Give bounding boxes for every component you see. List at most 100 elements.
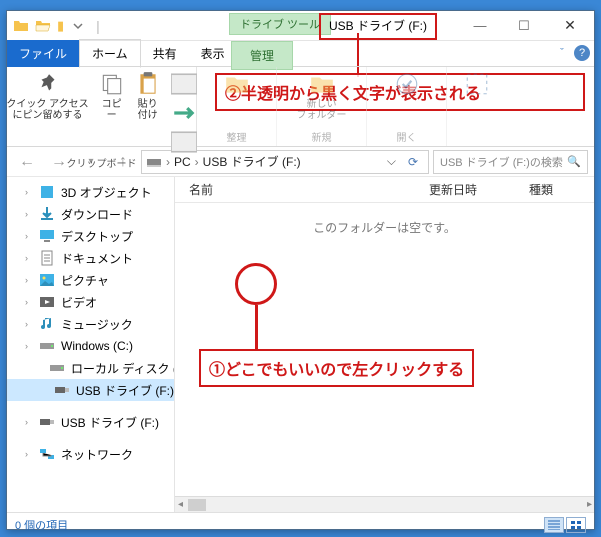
- tree-item[interactable]: › ピクチャ: [7, 269, 174, 291]
- new-folder-button[interactable]: 新しい フォルダー: [297, 71, 347, 121]
- tree-item[interactable]: › 3D オブジェクト: [7, 181, 174, 203]
- tree-item-icon: [39, 316, 55, 332]
- tree-item-label: USB ドライブ (F:): [76, 382, 174, 399]
- tree-item-label: ローカル ディスク (D: [71, 360, 175, 377]
- col-type[interactable]: 種類: [529, 181, 553, 198]
- tab-share[interactable]: 共有: [141, 40, 189, 67]
- tree-item-icon: [54, 382, 70, 398]
- group-label-organize: 整理: [227, 129, 247, 144]
- status-bar: 0 個の項目: [7, 512, 594, 536]
- status-item-count: 0 個の項目: [15, 517, 68, 533]
- tree-item[interactable]: › ネットワーク: [7, 443, 174, 465]
- tree-item-icon: [39, 250, 55, 266]
- col-date[interactable]: 更新日時: [429, 181, 529, 198]
- tree-twisty-icon[interactable]: ›: [25, 297, 33, 307]
- tree-item[interactable]: ›ダウンロード: [7, 203, 174, 225]
- column-headers[interactable]: 名前 更新日時 種類: [175, 177, 594, 203]
- refresh-icon[interactable]: ⟳: [402, 155, 424, 169]
- tree-item[interactable]: › USB ドライブ (F:): [7, 411, 174, 433]
- pin-to-quick-access-button[interactable]: クイック アクセス にピン留めする: [6, 71, 88, 155]
- tree-item-icon: [39, 294, 55, 310]
- group-label-new: 新規: [312, 129, 332, 144]
- ribbon-tabs: ファイル ホーム 共有 表示 管理 ˇ ?: [7, 41, 594, 67]
- tree-item[interactable]: ローカル ディスク (D: [7, 357, 174, 379]
- tree-twisty-icon[interactable]: ›: [25, 187, 33, 197]
- tree-item-label: デスクトップ: [61, 228, 133, 245]
- contextual-tab-drive-tools[interactable]: ドライブ ツール: [229, 13, 331, 35]
- tree-item-icon: [49, 360, 65, 376]
- view-details-button[interactable]: [544, 517, 564, 533]
- divider-vert: |: [96, 18, 100, 34]
- tree-item-icon: [39, 338, 55, 354]
- folder-open-icon: [35, 18, 51, 34]
- tree-twisty-icon[interactable]: ›: [25, 417, 33, 427]
- annotation-line-bottom: [255, 305, 258, 351]
- tree-item[interactable]: › デスクトップ: [7, 225, 174, 247]
- tree-item-label: Windows (C:): [61, 339, 133, 353]
- window-title: USB ドライブ (F:): [319, 13, 437, 40]
- annotation-bottom: ①どこでもいいので左クリックする: [199, 349, 474, 387]
- folder-icon: [13, 18, 29, 34]
- divider-bar: ▮: [57, 18, 64, 34]
- tree-item[interactable]: › ドキュメント: [7, 247, 174, 269]
- select-button[interactable]: [464, 71, 490, 97]
- tree-twisty-icon[interactable]: ›: [25, 319, 33, 329]
- tree-item-label: 3D オブジェクト: [61, 184, 152, 201]
- tree-twisty-icon[interactable]: ›: [25, 449, 33, 459]
- tree-item-label: ビデオ: [61, 294, 97, 311]
- scrollbar-thumb[interactable]: [188, 499, 206, 511]
- tab-view[interactable]: 表示: [189, 40, 237, 67]
- maximize-button[interactable]: ☐: [502, 11, 546, 41]
- address-dropdown-icon[interactable]: ⌵: [381, 154, 402, 169]
- annotation-circle: [235, 263, 277, 305]
- nav-tree[interactable]: ›3D オブジェクト›ダウンロード›デスクトップ›ドキュメント›ピクチャ›ビデオ…: [7, 177, 175, 512]
- breadcrumb-location[interactable]: USB ドライブ (F:): [203, 153, 301, 170]
- tree-item[interactable]: › Windows (C:): [7, 335, 174, 357]
- properties-button[interactable]: [394, 71, 420, 97]
- chevron-down-icon[interactable]: [73, 21, 83, 31]
- tree-item-icon: [39, 206, 55, 222]
- paste-button[interactable]: 貼り付け: [135, 71, 161, 155]
- clipboard-more-button[interactable]: [171, 71, 197, 155]
- tree-item[interactable]: USB ドライブ (F:): [7, 379, 174, 401]
- tree-item-icon: [39, 414, 55, 430]
- tree-item-label: USB ドライブ (F:): [61, 414, 159, 431]
- breadcrumb-pc[interactable]: PC: [174, 155, 191, 169]
- copy-button[interactable]: コピー: [99, 71, 125, 155]
- tree-item-label: ピクチャ: [61, 272, 109, 289]
- tree-item-icon: [39, 228, 55, 244]
- ribbon-collapse-icon[interactable]: ˇ: [554, 45, 570, 61]
- tree-item[interactable]: › ビデオ: [7, 291, 174, 313]
- tree-twisty-icon[interactable]: ›: [25, 253, 33, 263]
- tab-home[interactable]: ホーム: [79, 39, 141, 68]
- tree-twisty-icon[interactable]: ›: [25, 275, 33, 285]
- tree-item-label: ミュージック: [61, 316, 133, 333]
- tree-item[interactable]: › ミュージック: [7, 313, 174, 335]
- tree-item-icon: [39, 184, 55, 200]
- help-icon[interactable]: ?: [574, 45, 590, 61]
- group-label-open: 開く: [397, 129, 417, 144]
- tree-twisty-icon[interactable]: ›: [25, 341, 33, 351]
- view-large-icons-button[interactable]: [566, 517, 586, 533]
- tab-manage[interactable]: 管理: [231, 41, 293, 70]
- col-name[interactable]: 名前: [189, 181, 429, 198]
- minimize-button[interactable]: —: [458, 11, 502, 41]
- explorer-body: ›3D オブジェクト›ダウンロード›デスクトップ›ドキュメント›ピクチャ›ビデオ…: [7, 177, 594, 512]
- tree-item-icon: [39, 446, 55, 462]
- explorer-window: ▮ | ドライブ ツール USB ドライブ (F:) — ☐ ✕ ファイル ホー…: [6, 10, 595, 530]
- move-to-button[interactable]: [224, 71, 250, 97]
- tree-item-label: ドキュメント: [61, 250, 133, 267]
- group-label-clipboard: クリップボード: [67, 155, 137, 170]
- tree-twisty-icon[interactable]: ›: [25, 209, 33, 219]
- horizontal-scrollbar[interactable]: ◂ ▸: [175, 496, 594, 512]
- quick-access-toolbar: ▮ |: [7, 18, 106, 34]
- search-box[interactable]: USB ドライブ (F:)の検索 🔍: [433, 150, 588, 174]
- tab-file[interactable]: ファイル: [7, 40, 79, 67]
- close-button[interactable]: ✕: [546, 11, 594, 41]
- title-bar: ▮ | ドライブ ツール USB ドライブ (F:) — ☐ ✕: [7, 11, 594, 41]
- tree-item-label: ネットワーク: [61, 446, 133, 463]
- ribbon: クイック アクセス にピン留めする コピー 貼り付け クリップボード: [7, 67, 594, 147]
- content-pane[interactable]: 名前 更新日時 種類 このフォルダーは空です。 ①どこでもいいので左クリックする…: [175, 177, 594, 512]
- tree-item-icon: [39, 272, 55, 288]
- tree-twisty-icon[interactable]: ›: [25, 231, 33, 241]
